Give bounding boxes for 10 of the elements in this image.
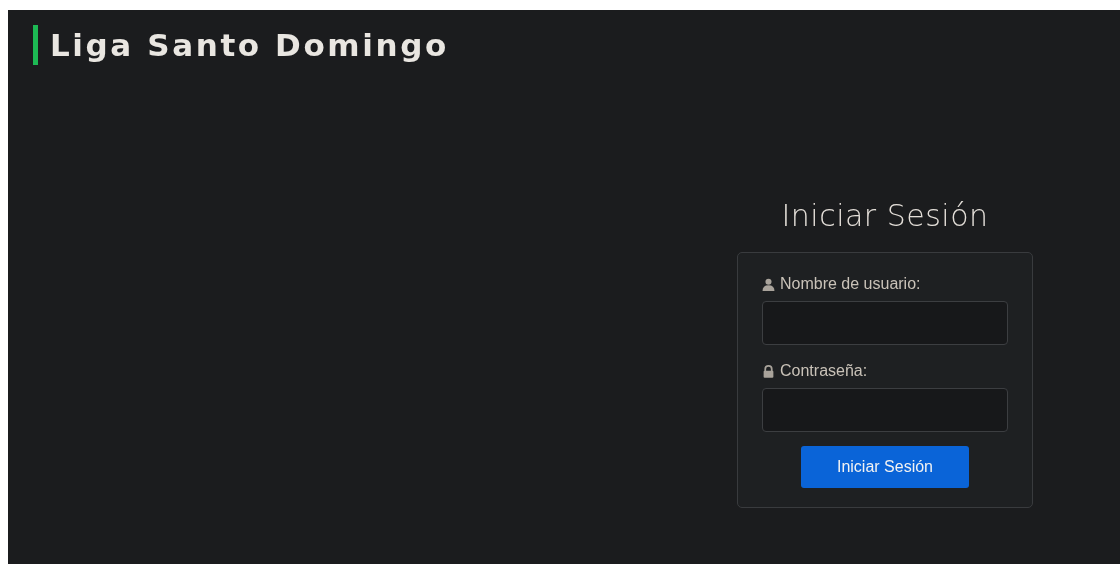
login-button[interactable]: Iniciar Sesión [801, 446, 969, 488]
lock-icon [762, 364, 775, 378]
input-field[interactable] [762, 301, 1008, 345]
field-label: Contraseña: [780, 361, 868, 381]
field-label: Nombre de usuario: [780, 274, 921, 294]
user-icon [762, 277, 775, 291]
accent-bar [33, 25, 38, 65]
input-field[interactable] [762, 388, 1008, 432]
login-title: Iniciar Sesión [781, 197, 989, 235]
site-title: Liga Santo Domingo [50, 26, 449, 65]
